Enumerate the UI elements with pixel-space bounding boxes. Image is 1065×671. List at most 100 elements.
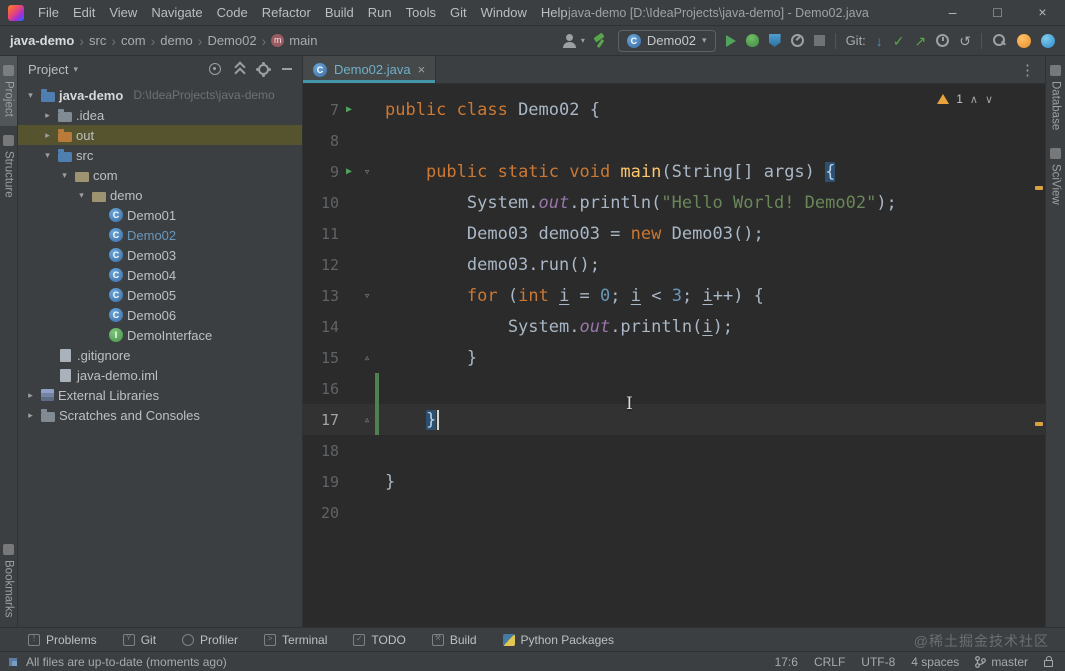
code-line-7[interactable]: 7▶public class Demo02 { (303, 94, 1045, 125)
coverage-button[interactable] (769, 34, 781, 47)
toolwindow-button-profiler[interactable]: Profiler (182, 633, 238, 647)
collapse-all-icon[interactable] (234, 63, 245, 75)
line-ending[interactable]: CRLF (814, 655, 845, 669)
code-line-16[interactable]: 16 (303, 373, 1045, 404)
tree-item-scratches-and-consoles[interactable]: ▸Scratches and Consoles (18, 405, 302, 425)
line-number[interactable]: 8 (303, 132, 339, 150)
blue-plugin-icon[interactable] (1041, 34, 1055, 48)
tree-item-demo05[interactable]: CDemo05 (18, 285, 302, 305)
menu-code[interactable]: Code (210, 0, 255, 26)
tree-chevron-icon[interactable]: ▸ (41, 110, 54, 121)
caret-position[interactable]: 17:6 (775, 655, 798, 669)
profiler-button[interactable] (791, 34, 804, 47)
inspections-widget[interactable]: 1 ∧ ∨ (937, 92, 993, 106)
run-gutter-icon[interactable]: ▶ (339, 104, 359, 115)
fold-icon[interactable]: ▿ (359, 289, 375, 302)
tree-item-demo03[interactable]: CDemo03 (18, 245, 302, 265)
fold-icon[interactable]: ▵ (359, 351, 375, 364)
lock-icon[interactable] (1044, 660, 1053, 667)
tree-chevron-icon[interactable]: ▸ (24, 390, 37, 401)
tree-item-demo[interactable]: ▾demo (18, 185, 302, 205)
project-panel-title[interactable]: Project (28, 62, 68, 77)
tree-item-src[interactable]: ▾src (18, 145, 302, 165)
fold-icon[interactable]: ▵ (359, 413, 375, 426)
debug-button[interactable] (746, 34, 759, 47)
quick-access-icon[interactable] (8, 657, 18, 667)
git-push-button[interactable]: ↗ (915, 33, 927, 49)
menu-view[interactable]: View (102, 0, 144, 26)
code-line-13[interactable]: 13▿ for (int i = 0; i < 3; i++) { (303, 280, 1045, 311)
code-line-20[interactable]: 20 (303, 497, 1045, 528)
tree-item-external-libraries[interactable]: ▸External Libraries (18, 385, 302, 405)
breadcrumb-demo[interactable]: demo (160, 33, 193, 48)
toolwindow-button-todo[interactable]: TODO (353, 633, 405, 647)
menu-refactor[interactable]: Refactor (255, 0, 318, 26)
breadcrumb-com[interactable]: com (121, 33, 146, 48)
tree-chevron-icon[interactable]: ▾ (58, 170, 71, 181)
tool-stripe-project[interactable]: Project (0, 56, 17, 126)
line-number[interactable]: 20 (303, 504, 339, 522)
code-line-9[interactable]: 9▶▿ public static void main(String[] arg… (303, 156, 1045, 187)
code-line-10[interactable]: 10 System.out.println("Hello World! Demo… (303, 187, 1045, 218)
git-commit-button[interactable]: ✓ (893, 33, 905, 49)
tool-stripe-structure[interactable]: Structure (0, 126, 17, 207)
line-number[interactable]: 18 (303, 442, 339, 460)
menu-file[interactable]: File (31, 0, 66, 26)
code-line-15[interactable]: 15▵ } (303, 342, 1045, 373)
undo-icon[interactable]: ↺ (959, 33, 971, 49)
line-number[interactable]: 12 (303, 256, 339, 274)
code-line-14[interactable]: 14 System.out.println(i); (303, 311, 1045, 342)
menu-tools[interactable]: Tools (399, 0, 443, 26)
menu-edit[interactable]: Edit (66, 0, 102, 26)
git-update-button[interactable]: ↓ (876, 33, 883, 49)
tree-chevron-icon[interactable]: ▾ (41, 150, 54, 161)
toolwindow-button-terminal[interactable]: Terminal (264, 633, 327, 647)
code-line-19[interactable]: 19} (303, 466, 1045, 497)
tree-item-demo06[interactable]: CDemo06 (18, 305, 302, 325)
toolwindow-button-build[interactable]: Build (432, 633, 477, 647)
editor-tab-demo02[interactable]: C Demo02.java × (303, 56, 436, 83)
tree-item-gitignore[interactable]: .gitignore (18, 345, 302, 365)
fold-icon[interactable]: ▿ (359, 165, 375, 178)
code-line-18[interactable]: 18 (303, 435, 1045, 466)
gear-icon[interactable] (258, 64, 269, 75)
history-icon[interactable] (936, 34, 949, 47)
line-number[interactable]: 7 (303, 101, 339, 119)
run-configuration-select[interactable]: C Demo02 ▾ (618, 30, 716, 52)
build-project-icon[interactable] (592, 33, 608, 49)
run-gutter-icon[interactable]: ▶ (339, 166, 359, 177)
menu-run[interactable]: Run (361, 0, 399, 26)
tree-chevron-icon[interactable]: ▸ (41, 130, 54, 141)
line-number[interactable]: 11 (303, 225, 339, 243)
editor-scrollbar[interactable] (1032, 84, 1045, 627)
minimize-button[interactable]: – (930, 0, 975, 26)
tree-item-java-demo[interactable]: ▾java-demoD:\IdeaProjects\java-demo (18, 85, 302, 105)
maximize-button[interactable]: □ (975, 0, 1020, 26)
close-button[interactable]: × (1020, 0, 1065, 26)
line-number[interactable]: 10 (303, 194, 339, 212)
menu-build[interactable]: Build (318, 0, 361, 26)
tab-options-icon[interactable]: ⋮ (1010, 56, 1045, 83)
tool-stripe-database[interactable]: Database (1046, 56, 1065, 139)
tree-item-demo01[interactable]: CDemo01 (18, 205, 302, 225)
code-line-12[interactable]: 12 demo03.run(); (303, 249, 1045, 280)
tree-item-out[interactable]: ▸out (18, 125, 302, 145)
menu-window[interactable]: Window (474, 0, 534, 26)
breadcrumb-main[interactable]: main (289, 33, 317, 48)
toolwindow-button-git[interactable]: Git (123, 633, 156, 647)
breadcrumb-java-demo[interactable]: java-demo (10, 33, 74, 48)
menu-git[interactable]: Git (443, 0, 474, 26)
orange-plugin-icon[interactable] (1017, 34, 1031, 48)
toolwindow-button-problems[interactable]: Problems (28, 633, 97, 647)
close-tab-icon[interactable]: × (418, 62, 426, 77)
user-icon[interactable]: ▾ (562, 33, 582, 49)
tree-item-demo04[interactable]: CDemo04 (18, 265, 302, 285)
line-number[interactable]: 16 (303, 380, 339, 398)
git-branch-widget[interactable]: master (975, 655, 1028, 669)
next-issue-icon[interactable]: ∨ (985, 93, 993, 106)
line-number[interactable]: 17 (303, 411, 339, 429)
tree-item-idea[interactable]: ▸.idea (18, 105, 302, 125)
run-button[interactable] (726, 35, 736, 47)
breadcrumb-demo02[interactable]: Demo02 (207, 33, 256, 48)
code-line-17[interactable]: 17▵ } (303, 404, 1045, 435)
